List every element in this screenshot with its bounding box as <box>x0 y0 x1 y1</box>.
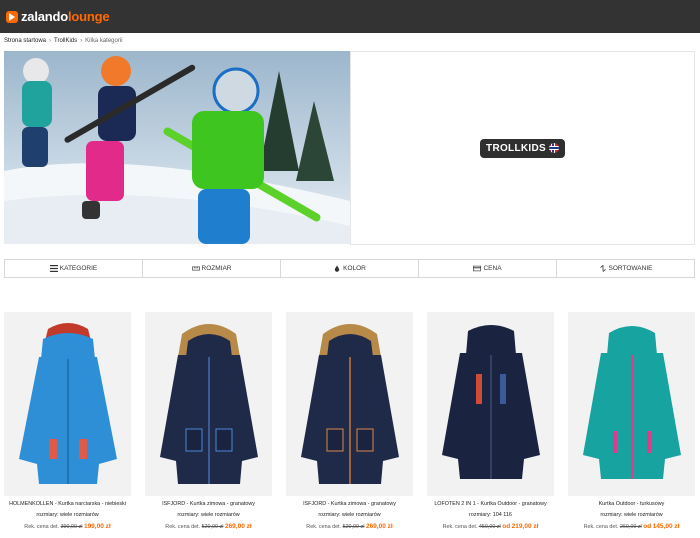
old-price: 390,00 zł <box>60 524 83 530</box>
new-price: 219,00 zł <box>511 523 539 530</box>
product-name: ISFJORD - Kurtka zimowa - granatowy <box>162 501 255 507</box>
product-sizes: rozmiary: wiele rozmiarów <box>177 512 240 518</box>
jacket-image <box>582 326 681 479</box>
old-price: 260,00 zł <box>619 524 642 530</box>
top-bar: zalando lounge <box>0 0 700 33</box>
jacket-image <box>441 325 540 479</box>
logo-mark-icon <box>6 10 18 23</box>
ruler-icon <box>191 266 200 271</box>
norway-flag-icon <box>548 143 559 153</box>
product-price: Rek. cena det. 390,00 zł 199,00 zł <box>24 522 110 532</box>
product-price: Rek. cena det. 450,00 zł od 219,00 zł <box>443 522 539 532</box>
product-sizes: rozmiary: wiele rozmiarów <box>318 512 381 518</box>
filter-price-button[interactable]: CENA <box>419 260 557 277</box>
product-card[interactable]: Kurtka Outdoor - turkusowy rozmiary: wie… <box>568 312 695 532</box>
breadcrumb-brand[interactable]: TrollKids <box>54 38 77 44</box>
price-label: Rek. cena det. <box>165 524 201 530</box>
product-image <box>145 312 272 496</box>
product-name: ISFJORD - Kurtka zimowa - granatowy <box>303 501 396 507</box>
price-label: Rek. cena det. <box>442 524 478 530</box>
new-price: 199,00 zł <box>83 523 111 530</box>
filter-sort-button[interactable]: SORTOWANIE <box>557 260 694 277</box>
filter-price-label: CENA <box>483 265 502 272</box>
filter-color-button[interactable]: KOLOR <box>281 260 419 277</box>
card-icon <box>473 265 482 272</box>
breadcrumb: Strona startowa › TrollKids › Kilka kate… <box>4 38 123 44</box>
hero-campaign-image <box>4 51 350 244</box>
product-name: Kurtka Outdoor - turkusowy <box>598 501 665 507</box>
brand-name: TROLLKIDS <box>486 142 546 154</box>
product-card[interactable]: ISFJORD - Kurtka zimowa - granatowy rozm… <box>145 312 272 532</box>
old-price: 450,00 zł <box>478 524 501 530</box>
product-image <box>427 312 554 496</box>
product-card[interactable]: LOFOTEN 2 IN 1 - Kurtka Outdoor - granat… <box>427 312 554 532</box>
product-price: Rek. cena det. 520,00 zł 269,00 zł <box>165 522 251 532</box>
jacket-image <box>300 324 399 484</box>
breadcrumb-home[interactable]: Strona startowa <box>4 38 46 44</box>
product-card[interactable]: ISFJORD - Kurtka zimowa - granatowy rozm… <box>286 312 413 532</box>
filter-bar: KATEGORIE ROZMIAR KOLOR CENA SORTOWANIE <box>4 259 695 278</box>
sort-icon <box>599 265 606 272</box>
list-icon <box>49 265 58 272</box>
kids-skiing-photo <box>4 51 350 244</box>
jacket-image <box>159 324 258 484</box>
filter-size-button[interactable]: ROZMIAR <box>143 260 281 277</box>
jacket-image <box>18 323 117 484</box>
filter-categories-label: KATEGORIE <box>59 265 98 272</box>
new-price: 269,00 zł <box>224 523 252 530</box>
product-name: HOLMENKOLLEN - Kurtka narciarska - niebi… <box>9 501 126 507</box>
product-name: LOFOTEN 2 IN 1 - Kurtka Outdoor - granat… <box>434 501 547 507</box>
filter-color-label: KOLOR <box>343 265 366 272</box>
price-label: Rek. cena det. <box>583 524 619 530</box>
logo-text-zalando: zalando <box>21 9 68 24</box>
product-price: Rek. cena det. 520,00 zł 269,00 zł <box>306 522 392 532</box>
filter-size-label: ROZMIAR <box>201 265 232 272</box>
trollkids-logo: TROLLKIDS <box>480 138 565 158</box>
new-price-prefix: od <box>643 523 652 530</box>
new-price: 145,00 zł <box>652 523 680 530</box>
zalando-lounge-logo[interactable]: zalando lounge <box>6 9 110 24</box>
logo-text-lounge: lounge <box>68 9 110 24</box>
breadcrumb-current: Kilka kategorii <box>85 38 123 44</box>
filter-categories-button[interactable]: KATEGORIE <box>5 260 143 277</box>
brand-panel: TROLLKIDS <box>350 51 695 245</box>
price-label: Rek. cena det. <box>306 524 342 530</box>
product-sizes: rozmiary: wiele rozmiarów <box>36 512 99 518</box>
product-image <box>568 312 695 496</box>
product-grid: HOLMENKOLLEN - Kurtka narciarska - niebi… <box>4 312 696 532</box>
old-price: 520,00 zł <box>342 524 365 530</box>
product-sizes: rozmiary: wiele rozmiarów <box>600 512 663 518</box>
product-image <box>286 312 413 496</box>
product-image <box>4 312 131 496</box>
product-card[interactable]: HOLMENKOLLEN - Kurtka narciarska - niebi… <box>4 312 131 532</box>
price-label: Rek. cena det. <box>24 524 60 530</box>
new-price: 269,00 zł <box>365 523 393 530</box>
drop-icon <box>334 265 340 272</box>
breadcrumb-separator-icon: › <box>49 38 52 44</box>
old-price: 520,00 zł <box>201 524 224 530</box>
new-price-prefix: od <box>502 523 511 530</box>
product-sizes: rozmiary: 104 116 <box>469 512 512 518</box>
filter-sort-label: SORTOWANIE <box>608 265 653 272</box>
breadcrumb-separator-icon: › <box>80 38 83 44</box>
product-price: Rek. cena det. 260,00 zł od 145,00 zł <box>584 522 680 532</box>
